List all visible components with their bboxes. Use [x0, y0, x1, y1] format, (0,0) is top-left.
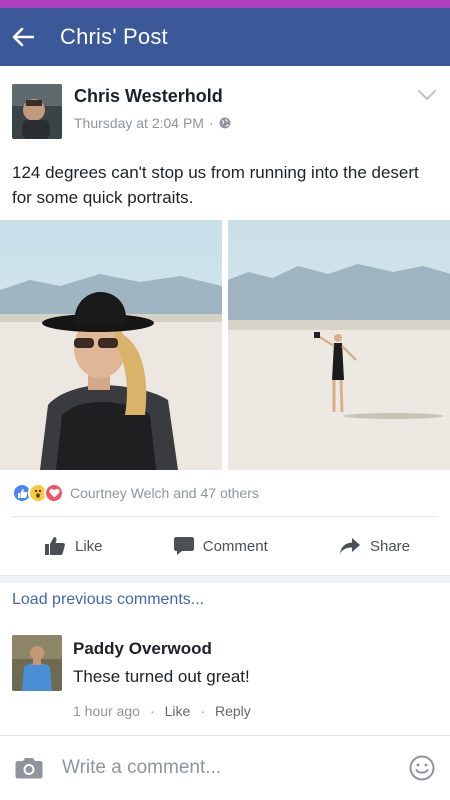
desert-photo[interactable]: [227, 220, 450, 470]
post-timestamp[interactable]: Thursday at 2:04 PM: [74, 115, 204, 131]
post-header: Chris Westerhold Thursday at 2:04 PM ·: [0, 66, 450, 146]
post-text: 124 degrees can't stop us from running i…: [12, 163, 419, 207]
thumbs-up-icon: [45, 537, 65, 555]
comment-bubble-icon: [173, 537, 194, 555]
like-label: Like: [75, 537, 103, 555]
comment-input[interactable]: [60, 756, 406, 780]
chevron-down-icon[interactable]: [416, 86, 438, 104]
comment-like-link[interactable]: Like: [165, 703, 191, 719]
globe-icon: [219, 117, 231, 129]
photo-grid: [0, 220, 450, 470]
app-bar: Chris' Post: [0, 8, 450, 66]
reactions-row[interactable]: Courtney Welch and 47 others: [0, 470, 450, 516]
meta-separator: ·: [208, 115, 214, 131]
camera-button[interactable]: [12, 751, 46, 785]
comment-button[interactable]: Comment: [173, 536, 268, 556]
like-button[interactable]: Like: [44, 536, 103, 556]
back-arrow-icon: [12, 27, 34, 47]
author-name[interactable]: Chris Westerhold: [74, 86, 231, 107]
comment-reply-link[interactable]: Reply: [215, 703, 251, 719]
back-button[interactable]: [10, 24, 36, 50]
comment-item: Paddy Overwood These turned out great! 1…: [0, 623, 450, 727]
camera-icon: [15, 758, 43, 779]
smiley-icon: [409, 755, 435, 781]
love-reaction-icon: [44, 483, 64, 503]
post: Chris Westerhold Thursday at 2:04 PM · 1…: [0, 66, 450, 575]
share-label: Share: [369, 537, 410, 555]
comment-text: These turned out great!: [73, 667, 250, 686]
reaction-summary[interactable]: Courtney Welch and 47 others: [70, 485, 259, 501]
status-strip: [0, 0, 450, 8]
post-meta: Thursday at 2:04 PM ·: [74, 115, 231, 131]
share-button[interactable]: Share: [339, 537, 410, 555]
commenter-avatar[interactable]: [12, 635, 62, 691]
section-separator: [0, 575, 450, 583]
post-actions: Like Comment Share: [0, 517, 450, 575]
portrait-photo[interactable]: [0, 220, 223, 470]
comment-composer: [0, 735, 450, 800]
emoji-button[interactable]: [406, 752, 438, 784]
comment-time: 1 hour ago: [73, 703, 140, 719]
load-previous-comments[interactable]: Load previous comments...: [0, 583, 450, 623]
meta-separator: ·: [149, 703, 155, 719]
app-title: Chris' Post: [60, 24, 168, 49]
meta-separator: ·: [200, 703, 205, 719]
comment-author[interactable]: Paddy Overwood: [73, 639, 251, 659]
comment-meta: 1 hour ago · Like · Reply: [73, 703, 251, 719]
comment-label: Comment: [202, 537, 268, 555]
share-arrow-icon: [339, 538, 360, 554]
author-avatar[interactable]: [12, 84, 62, 139]
